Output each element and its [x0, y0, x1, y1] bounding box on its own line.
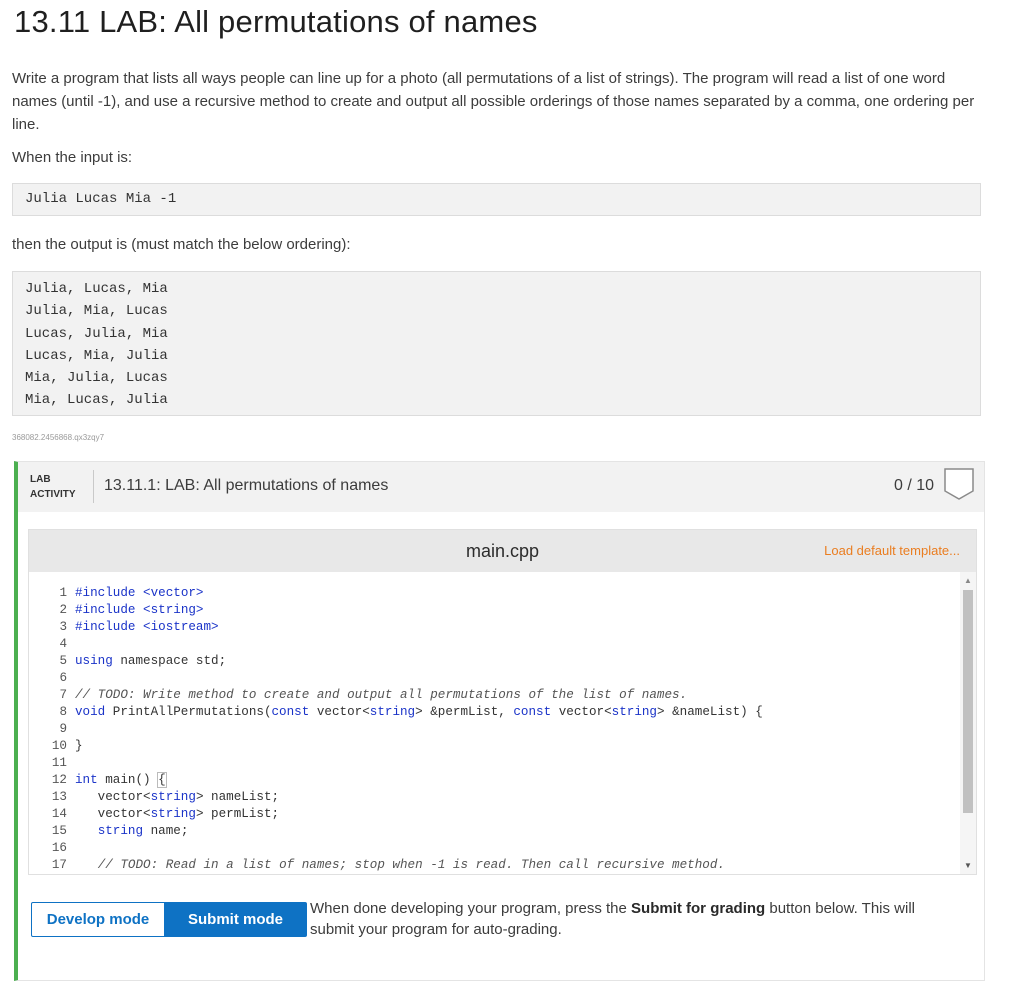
scroll-up-icon[interactable]: ▲ — [964, 576, 972, 585]
code-line: // TODO: Write method to create and outp… — [75, 688, 688, 702]
input-intro: When the input is: — [12, 149, 133, 166]
lab-tag-line1: LAB — [30, 474, 51, 485]
code-area[interactable]: 1 2 3 4 5 6 7 8 9 10 11 12 13 14 15 16 1 — [29, 572, 955, 874]
code-line: int main() { — [75, 772, 167, 788]
code-line: using namespace std; — [75, 654, 227, 668]
lab-activity-header: LAB ACTIVITY 13.11.1: LAB: All permutati… — [18, 462, 984, 512]
score-display: 0 / 10 — [893, 477, 934, 494]
scrollbar-thumb[interactable] — [963, 590, 973, 813]
header-divider — [93, 470, 94, 503]
line-number: 8 — [59, 705, 67, 719]
code-line: } — [75, 739, 83, 753]
output-example-box: Julia, Lucas, Mia Julia, Mia, Lucas Luca… — [12, 271, 981, 416]
code-editor: main.cpp Load default template... 1 2 3 … — [28, 529, 977, 875]
line-number: 13 — [51, 790, 67, 804]
line-number: 5 — [59, 654, 67, 668]
line-number: 4 — [59, 637, 67, 651]
tracking-id: 368082.2456868.qx3zqy7 — [12, 433, 105, 442]
output-line: Lucas, Julia, Mia — [25, 325, 168, 342]
line-number-gutter: 1 2 3 4 5 6 7 8 9 10 11 12 13 14 15 16 1 — [29, 585, 67, 874]
code-line: vector<string> nameList; — [75, 790, 280, 804]
load-default-template-link[interactable]: Load default template... — [824, 543, 960, 558]
submit-mode-button[interactable]: Submit mode — [164, 902, 307, 937]
code-line: #include <iostream> — [75, 620, 219, 634]
input-example: Julia Lucas Mia -1 — [25, 191, 177, 207]
page: 13.11 LAB: All permutations of names Wri… — [0, 0, 1011, 981]
line-number: 7 — [59, 688, 67, 702]
lab-activity-panel: LAB ACTIVITY 13.11.1: LAB: All permutati… — [14, 461, 985, 981]
lab-tag-line2: ACTIVITY — [30, 489, 76, 500]
editor-header: main.cpp Load default template... — [29, 530, 976, 572]
develop-mode-button[interactable]: Develop mode — [31, 902, 165, 937]
code-line: // TODO: Read in a list of names; stop w… — [97, 858, 725, 872]
editor-scrollbar[interactable]: ▲ ▼ — [960, 572, 976, 874]
lab-activity-tag: LAB ACTIVITY — [30, 472, 76, 502]
submit-instructions: When done developing your program, press… — [310, 898, 960, 940]
output-line: Mia, Julia, Lucas — [25, 370, 168, 387]
scroll-down-icon[interactable]: ▼ — [964, 861, 972, 870]
line-number: 6 — [59, 671, 67, 685]
code-line: #include <vector> — [75, 586, 204, 600]
code-lines: #include <vector> #include <string> #inc… — [75, 585, 763, 874]
input-example-box: Julia Lucas Mia -1 — [12, 183, 981, 216]
page-title: 13.11 LAB: All permutations of names — [14, 4, 538, 39]
completion-badge-icon — [944, 468, 974, 500]
code-line: void PrintAllPermutations(const vector<s… — [75, 705, 763, 719]
code-line: string name; — [97, 824, 189, 838]
line-number: 10 — [51, 739, 67, 753]
line-number: 9 — [59, 722, 67, 736]
output-line: Mia, Lucas, Julia — [25, 392, 168, 409]
line-number: 2 — [59, 603, 67, 617]
output-line: Lucas, Mia, Julia — [25, 347, 168, 364]
line-number: 12 — [51, 773, 67, 787]
output-line: Julia, Mia, Lucas — [25, 303, 168, 320]
output-intro: then the output is (must match the below… — [12, 236, 351, 253]
line-number: 11 — [51, 756, 67, 770]
code-line: #include <string> — [75, 603, 204, 617]
note-prefix: When done developing your program, press… — [310, 900, 632, 917]
code-line: vector<string> permList; — [75, 807, 280, 821]
line-number: 1 — [59, 586, 67, 600]
problem-description: Write a program that lists all ways peop… — [12, 70, 975, 133]
output-line: Julia, Lucas, Mia — [25, 281, 168, 297]
line-number: 14 — [51, 807, 67, 821]
line-number: 17 — [51, 858, 67, 872]
note-bold: Submit for grading — [631, 900, 766, 917]
line-number: 16 — [51, 841, 67, 855]
line-number: 3 — [59, 620, 67, 634]
mode-toggle: Develop mode Submit mode — [31, 902, 307, 937]
line-number: 15 — [51, 824, 67, 838]
lab-activity-title: 13.11.1: LAB: All permutations of names — [104, 477, 389, 494]
